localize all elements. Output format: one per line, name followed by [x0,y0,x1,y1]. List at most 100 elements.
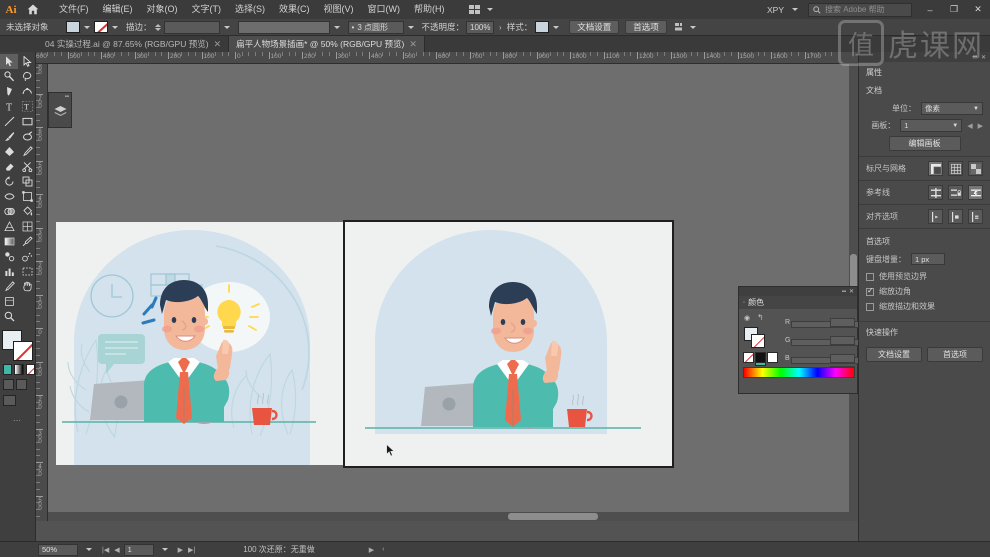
menu-item-window[interactable]: 窗口(W) [361,0,408,19]
gradient-icon[interactable] [14,364,24,375]
curvature-tool[interactable] [18,84,36,99]
first-artboard-icon[interactable]: |◀ [102,546,109,554]
symbol-sprayer-tool[interactable] [18,249,36,264]
line-segment-tool[interactable] [0,114,18,129]
scale-corners-checkbox[interactable] [866,286,874,296]
chevron-down-icon[interactable] [407,25,414,29]
color-fill-stroke[interactable] [744,327,768,349]
column-graph-tool[interactable] [0,264,18,279]
preview-bounds-checkbox-row[interactable]: 使用预览边界 [866,271,983,282]
normal-screen-icon[interactable] [3,379,14,390]
live-paint-bucket-tool[interactable] [18,204,36,219]
channel-value-b[interactable] [830,354,855,363]
menu-item-file[interactable]: 文件(F) [52,0,96,19]
color-swatch-icon[interactable] [3,364,13,375]
swap-colors-icon[interactable]: ↰ [757,313,764,322]
quick-document-setup-button[interactable]: 文档设置 [866,347,922,362]
document-tab-1[interactable]: 04 实操过程.ai @ 87.65% (RGB/GPU 预览) ✕ [38,36,230,52]
status-flyout-icon[interactable]: ▶ [369,546,374,554]
collapse-icon[interactable]: ▪▪ [842,289,846,295]
white-swatch[interactable] [767,352,778,363]
rectangle-tool[interactable] [18,114,36,129]
quick-preferences-button[interactable]: 首选项 [927,347,983,362]
last-color-icon[interactable]: ◉ [744,314,750,322]
menu-item-view[interactable]: 视图(V) [317,0,361,19]
collapse-icon[interactable]: ▪▪ [973,54,977,60]
menu-item-help[interactable]: 帮助(H) [407,0,452,19]
scale-strokes-checkbox-row[interactable]: 缩放描边和效果 [866,301,983,312]
chevron-down-icon[interactable] [86,548,92,551]
close-icon[interactable]: ✕ [849,288,854,295]
menu-item-object[interactable]: 对象(O) [140,0,185,19]
shape-builder-tool[interactable] [0,204,18,219]
stroke-weight-stepper[interactable] [154,23,161,31]
scale-tool[interactable] [18,174,36,189]
canvas-horizontal-scrollbar[interactable] [48,512,858,521]
artboard-right-selected[interactable] [343,220,674,468]
scale-strokes-checkbox[interactable] [866,302,874,311]
artboard-tool[interactable] [18,264,36,279]
color-stroke-swatch[interactable] [751,334,765,348]
color-spectrum-bar[interactable] [743,367,855,378]
prev-artboard-icon[interactable]: ◀ [114,546,119,554]
close-icon[interactable]: ✕ [409,39,417,50]
fill-stroke-indicator[interactable] [2,330,36,362]
artboard-select[interactable]: 1 ▼ [900,119,963,132]
color-panel[interactable]: ▪▪ ✕ ◦ 颜色 ◉ ↰ ↰ R G B # [738,286,878,394]
perspective-grid-tool[interactable] [0,219,18,234]
selection-tool[interactable] [0,54,18,69]
preview-bounds-checkbox[interactable] [866,272,874,281]
scale-corners-checkbox-row[interactable]: 缩放边角 [866,286,983,297]
show-transparency-grid-icon[interactable] [968,161,983,176]
touch-type-tool[interactable]: T [18,99,36,114]
print-tiling-tool[interactable] [0,294,18,309]
home-icon[interactable] [22,0,44,19]
show-guides-icon[interactable] [928,185,943,200]
unit-select[interactable]: 像素 ▼ [921,102,983,115]
hand-tool[interactable] [18,279,36,294]
status-resize-icon[interactable]: ‹ [382,546,384,554]
mesh-tool[interactable] [18,219,36,234]
zoom-level-field[interactable]: 50% [38,543,78,556]
show-grid-icon[interactable] [948,161,963,176]
zoom-tool[interactable] [0,309,18,324]
show-rulers-icon[interactable] [928,161,943,176]
close-icon[interactable]: ✕ [214,39,222,50]
none-icon[interactable] [25,364,35,375]
chevron-down-icon[interactable] [223,25,230,29]
eraser-tool[interactable] [0,159,18,174]
pen-tool[interactable] [0,84,18,99]
draw-normal-icon[interactable] [3,395,16,406]
stroke-weight-field[interactable] [163,20,220,34]
menu-item-edit[interactable]: 编辑(E) [96,0,140,19]
menu-item-select[interactable]: 选择(S) [228,0,272,19]
edit-artboards-button[interactable]: 编辑画板 [888,136,961,151]
channel-value-r[interactable] [830,318,855,327]
scrollbar-thumb[interactable] [508,513,598,520]
control-bar-overflow[interactable] [674,22,700,32]
black-swatch[interactable] [755,352,766,363]
snap-to-point-icon[interactable] [928,209,943,224]
blob-brush-tool[interactable] [18,129,36,144]
canvas-area[interactable] [48,64,858,521]
menu-item-effect[interactable]: 效果(C) [272,0,317,19]
chevron-down-icon[interactable] [333,25,340,29]
last-artboard-icon[interactable]: ▶| [188,546,195,554]
opacity-field[interactable]: 100% [466,20,495,34]
eyedropper-tool[interactable] [18,234,36,249]
artboard-left[interactable] [56,222,346,465]
stroke-swatch[interactable] [94,21,108,33]
chevron-down-icon[interactable] [84,25,90,29]
next-artboard-icon[interactable]: ▶ [978,122,983,130]
layers-panel-collapsed[interactable]: ▪▪ [48,92,72,128]
preferences-button[interactable]: 首选项 [625,20,667,34]
slice-tool[interactable] [0,279,18,294]
scissors-tool[interactable] [18,159,36,174]
brush-definition-field[interactable]: • 3 点圆形 [347,20,404,34]
width-tool[interactable] [0,189,18,204]
layers-icon[interactable] [49,100,71,122]
close-icon[interactable]: ✕ [981,54,986,61]
horizontal-ruler[interactable]: 600 500 400 300 200 100 0 100 200 300 400 500 600 700… [36,52,858,64]
gradient-tool[interactable] [0,234,18,249]
full-screen-icon[interactable] [16,379,27,390]
